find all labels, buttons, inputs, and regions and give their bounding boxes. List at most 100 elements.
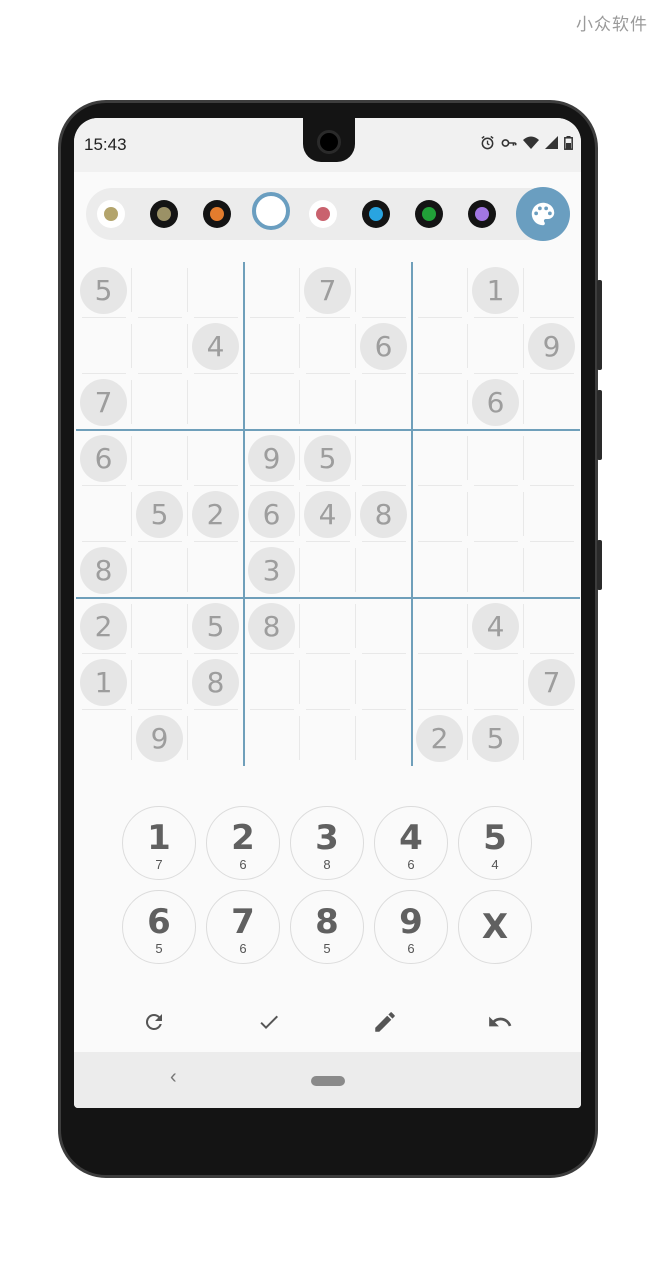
sudoku-cell[interactable]: 4 xyxy=(468,598,524,654)
sudoku-cell[interactable]: 2 xyxy=(412,710,468,766)
sudoku-cell[interactable] xyxy=(412,318,468,374)
sudoku-cell[interactable] xyxy=(188,374,244,430)
sudoku-cell[interactable]: 7 xyxy=(524,654,580,710)
check-button[interactable] xyxy=(251,1006,287,1038)
pencil-button[interactable] xyxy=(367,1006,403,1038)
swatch-orange[interactable] xyxy=(203,200,231,228)
sudoku-cell[interactable] xyxy=(188,542,244,598)
sudoku-cell[interactable] xyxy=(412,598,468,654)
sudoku-cell[interactable]: 1 xyxy=(76,654,132,710)
sudoku-cell[interactable] xyxy=(132,542,188,598)
sudoku-cell[interactable] xyxy=(132,654,188,710)
sudoku-cell[interactable]: 3 xyxy=(244,542,300,598)
sudoku-cell[interactable] xyxy=(524,262,580,318)
swatch-green[interactable] xyxy=(415,200,443,228)
number-key-2[interactable]: 26 xyxy=(206,806,280,880)
sudoku-cell[interactable]: 5 xyxy=(300,430,356,486)
sudoku-cell[interactable]: 1 xyxy=(468,262,524,318)
swatch-white-selected[interactable] xyxy=(252,192,290,230)
sudoku-cell[interactable] xyxy=(244,262,300,318)
sudoku-cell[interactable] xyxy=(412,374,468,430)
sudoku-cell[interactable]: 9 xyxy=(132,710,188,766)
sudoku-cell[interactable] xyxy=(132,430,188,486)
sudoku-cell[interactable] xyxy=(244,374,300,430)
sudoku-cell[interactable]: 5 xyxy=(468,710,524,766)
sudoku-cell[interactable] xyxy=(132,262,188,318)
sudoku-cell[interactable] xyxy=(412,430,468,486)
sudoku-cell[interactable]: 8 xyxy=(244,598,300,654)
sudoku-cell[interactable]: 5 xyxy=(188,598,244,654)
sudoku-cell[interactable] xyxy=(132,374,188,430)
sudoku-cell[interactable] xyxy=(76,486,132,542)
sudoku-cell[interactable] xyxy=(244,710,300,766)
sudoku-cell[interactable] xyxy=(300,318,356,374)
sudoku-cell[interactable] xyxy=(188,262,244,318)
sudoku-cell[interactable] xyxy=(300,542,356,598)
sudoku-cell[interactable] xyxy=(412,262,468,318)
sudoku-cell[interactable] xyxy=(524,542,580,598)
sudoku-cell[interactable] xyxy=(356,542,412,598)
sudoku-cell[interactable] xyxy=(132,318,188,374)
number-key-4[interactable]: 46 xyxy=(374,806,448,880)
sudoku-cell[interactable]: 8 xyxy=(356,486,412,542)
sudoku-cell[interactable] xyxy=(356,430,412,486)
swatch-purple[interactable] xyxy=(468,200,496,228)
number-key-3[interactable]: 38 xyxy=(290,806,364,880)
swatch-olive[interactable] xyxy=(150,200,178,228)
sudoku-cell[interactable] xyxy=(244,318,300,374)
sudoku-cell[interactable] xyxy=(412,486,468,542)
sudoku-cell[interactable]: 6 xyxy=(244,486,300,542)
back-nav-icon[interactable]: ‹ xyxy=(170,1066,177,1089)
sudoku-cell[interactable] xyxy=(524,598,580,654)
number-key-5[interactable]: 54 xyxy=(458,806,532,880)
sudoku-cell[interactable] xyxy=(356,710,412,766)
sudoku-cell[interactable]: 2 xyxy=(76,598,132,654)
sudoku-cell[interactable] xyxy=(524,486,580,542)
number-key-1[interactable]: 17 xyxy=(122,806,196,880)
sudoku-cell[interactable] xyxy=(188,430,244,486)
sudoku-cell[interactable]: 8 xyxy=(188,654,244,710)
number-key-9[interactable]: 96 xyxy=(374,890,448,964)
sudoku-cell[interactable] xyxy=(188,710,244,766)
palette-button[interactable] xyxy=(516,187,570,241)
sudoku-cell[interactable]: 4 xyxy=(300,486,356,542)
sudoku-cell[interactable] xyxy=(244,654,300,710)
sudoku-cell[interactable] xyxy=(412,542,468,598)
refresh-button[interactable] xyxy=(136,1006,172,1038)
sudoku-cell[interactable] xyxy=(76,710,132,766)
sudoku-cell[interactable]: 9 xyxy=(244,430,300,486)
sudoku-cell[interactable] xyxy=(300,710,356,766)
undo-button[interactable] xyxy=(482,1006,518,1038)
sudoku-cell[interactable] xyxy=(356,262,412,318)
sudoku-cell[interactable]: 6 xyxy=(468,374,524,430)
sudoku-cell[interactable] xyxy=(524,710,580,766)
sudoku-cell[interactable]: 9 xyxy=(524,318,580,374)
sudoku-cell[interactable]: 5 xyxy=(76,262,132,318)
sudoku-cell[interactable] xyxy=(356,374,412,430)
sudoku-cell[interactable]: 4 xyxy=(188,318,244,374)
home-pill[interactable] xyxy=(311,1076,345,1086)
sudoku-cell[interactable]: 2 xyxy=(188,486,244,542)
sudoku-cell[interactable] xyxy=(468,654,524,710)
swatch-tan[interactable] xyxy=(97,200,125,228)
number-key-6[interactable]: 65 xyxy=(122,890,196,964)
sudoku-cell[interactable] xyxy=(524,430,580,486)
sudoku-cell[interactable]: 8 xyxy=(76,542,132,598)
sudoku-cell[interactable]: 6 xyxy=(356,318,412,374)
sudoku-cell[interactable]: 5 xyxy=(132,486,188,542)
sudoku-cell[interactable] xyxy=(300,598,356,654)
clear-key[interactable]: X xyxy=(458,890,532,964)
sudoku-cell[interactable] xyxy=(356,654,412,710)
sudoku-cell[interactable]: 6 xyxy=(76,430,132,486)
sudoku-cell[interactable] xyxy=(132,598,188,654)
number-key-8[interactable]: 85 xyxy=(290,890,364,964)
number-key-7[interactable]: 76 xyxy=(206,890,280,964)
sudoku-cell[interactable]: 7 xyxy=(76,374,132,430)
sudoku-cell[interactable] xyxy=(468,486,524,542)
sudoku-cell[interactable] xyxy=(468,430,524,486)
sudoku-cell[interactable]: 7 xyxy=(300,262,356,318)
sudoku-cell[interactable] xyxy=(468,318,524,374)
sudoku-cell[interactable] xyxy=(412,654,468,710)
sudoku-cell[interactable] xyxy=(524,374,580,430)
swatch-blue[interactable] xyxy=(362,200,390,228)
